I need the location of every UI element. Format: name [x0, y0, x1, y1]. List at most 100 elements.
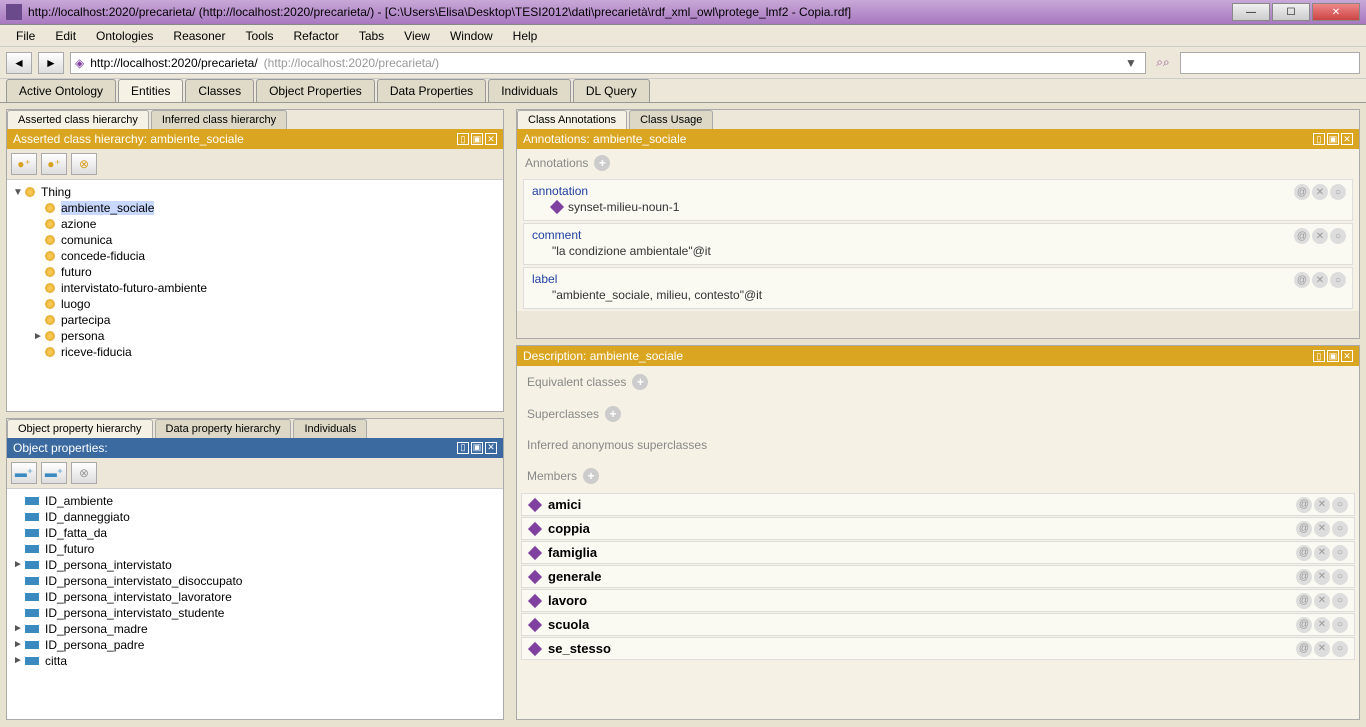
panel-close-icon[interactable]: ✕: [485, 442, 497, 454]
member-item[interactable]: generale@✕○: [521, 565, 1355, 588]
member-item[interactable]: famiglia@✕○: [521, 541, 1355, 564]
object-property-item[interactable]: ID_persona_intervistato_lavoratore: [11, 589, 499, 605]
class-tree-root[interactable]: ▼Thing: [11, 184, 499, 200]
member-delete-icon[interactable]: ✕: [1314, 617, 1330, 633]
back-button[interactable]: ◄: [6, 52, 32, 74]
menu-window[interactable]: Window: [440, 26, 503, 46]
panel-view-icon[interactable]: ▯: [457, 133, 469, 145]
panel-tab-individuals[interactable]: Individuals: [293, 419, 367, 438]
minimize-button[interactable]: —: [1232, 3, 1270, 21]
anno-ring-icon[interactable]: ○: [1330, 272, 1346, 288]
class-tree-item[interactable]: concede-fiducia: [11, 248, 499, 264]
anno-delete-icon[interactable]: ✕: [1312, 184, 1328, 200]
object-property-item[interactable]: ►ID_persona_intervistato: [11, 557, 499, 573]
add-annotation-button[interactable]: +: [594, 155, 610, 171]
member-ring-icon[interactable]: ○: [1332, 569, 1348, 585]
member-item[interactable]: coppia@✕○: [521, 517, 1355, 540]
class-tree-item[interactable]: luogo: [11, 296, 499, 312]
panel-pin-icon[interactable]: ▣: [1327, 350, 1339, 362]
member-delete-icon[interactable]: ✕: [1314, 569, 1330, 585]
delete-property-button[interactable]: ⊗: [71, 462, 97, 484]
member-delete-icon[interactable]: ✕: [1314, 497, 1330, 513]
panel-close-icon[interactable]: ✕: [1341, 350, 1353, 362]
menu-refactor[interactable]: Refactor: [283, 26, 348, 46]
delete-class-button[interactable]: ⊗: [71, 153, 97, 175]
tab-dl-query[interactable]: DL Query: [573, 79, 650, 102]
iri-dropdown-icon[interactable]: ▼: [1125, 56, 1141, 70]
tab-classes[interactable]: Classes: [185, 79, 254, 102]
member-at-icon[interactable]: @: [1296, 593, 1312, 609]
panel-tab-object-property-hierarchy[interactable]: Object property hierarchy: [7, 419, 153, 438]
member-delete-icon[interactable]: ✕: [1314, 641, 1330, 657]
class-tree-item[interactable]: comunica: [11, 232, 499, 248]
class-tree-item[interactable]: riceve-fiducia: [11, 344, 499, 360]
annotation-item[interactable]: comment"la condizione ambientale"@it@✕○: [523, 223, 1353, 265]
member-ring-icon[interactable]: ○: [1332, 545, 1348, 561]
anno-delete-icon[interactable]: ✕: [1312, 272, 1328, 288]
anno-at-icon[interactable]: @: [1294, 272, 1310, 288]
menu-help[interactable]: Help: [503, 26, 548, 46]
anno-ring-icon[interactable]: ○: [1330, 228, 1346, 244]
panel-pin-icon[interactable]: ▣: [1327, 133, 1339, 145]
member-ring-icon[interactable]: ○: [1332, 641, 1348, 657]
add-equivalent-classes-button[interactable]: +: [632, 374, 648, 390]
tab-individuals[interactable]: Individuals: [488, 79, 571, 102]
object-property-item[interactable]: ID_persona_intervistato_studente: [11, 605, 499, 621]
member-at-icon[interactable]: @: [1296, 569, 1312, 585]
menu-tools[interactable]: Tools: [235, 26, 283, 46]
class-tree[interactable]: ▼Thingambiente_socialeazionecomunicaconc…: [7, 180, 503, 411]
object-property-item[interactable]: ID_danneggiato: [11, 509, 499, 525]
member-item[interactable]: se_stesso@✕○: [521, 637, 1355, 660]
panel-close-icon[interactable]: ✕: [1341, 133, 1353, 145]
annotation-item[interactable]: label"ambiente_sociale, milieu, contesto…: [523, 267, 1353, 309]
add-sibling-property-button[interactable]: ▬⁺: [41, 462, 67, 484]
member-at-icon[interactable]: @: [1296, 545, 1312, 561]
panel-pin-icon[interactable]: ▣: [471, 133, 483, 145]
annotation-item[interactable]: annotationsynset-milieu-noun-1@✕○: [523, 179, 1353, 221]
member-at-icon[interactable]: @: [1296, 497, 1312, 513]
add-superclasses-button[interactable]: +: [605, 406, 621, 422]
member-ring-icon[interactable]: ○: [1332, 617, 1348, 633]
forward-button[interactable]: ►: [38, 52, 64, 74]
ontology-iri-bar[interactable]: ◈ http://localhost:2020/precarieta/ (htt…: [70, 52, 1146, 74]
menu-ontologies[interactable]: Ontologies: [86, 26, 163, 46]
class-tree-item[interactable]: intervistato-futuro-ambiente: [11, 280, 499, 296]
panel-view-icon[interactable]: ▯: [1313, 350, 1325, 362]
class-tree-item[interactable]: partecipa: [11, 312, 499, 328]
panel-tab-inferred-class-hierarchy[interactable]: Inferred class hierarchy: [151, 110, 287, 129]
member-at-icon[interactable]: @: [1296, 521, 1312, 537]
object-property-item[interactable]: ID_persona_intervistato_disoccupato: [11, 573, 499, 589]
member-ring-icon[interactable]: ○: [1332, 521, 1348, 537]
anno-ring-icon[interactable]: ○: [1330, 184, 1346, 200]
class-tree-item[interactable]: azione: [11, 216, 499, 232]
object-property-item[interactable]: ID_fatta_da: [11, 525, 499, 541]
menu-file[interactable]: File: [6, 26, 45, 46]
member-item[interactable]: scuola@✕○: [521, 613, 1355, 636]
menu-tabs[interactable]: Tabs: [349, 26, 394, 46]
anno-delete-icon[interactable]: ✕: [1312, 228, 1328, 244]
panel-tab-data-property-hierarchy[interactable]: Data property hierarchy: [155, 419, 292, 438]
panel-tab-class-usage[interactable]: Class Usage: [629, 110, 713, 129]
add-members-button[interactable]: +: [583, 468, 599, 484]
add-subproperty-button[interactable]: ▬⁺: [11, 462, 37, 484]
member-delete-icon[interactable]: ✕: [1314, 545, 1330, 561]
tab-active-ontology[interactable]: Active Ontology: [6, 79, 116, 102]
member-item[interactable]: amici@✕○: [521, 493, 1355, 516]
panel-tab-class-annotations[interactable]: Class Annotations: [517, 110, 627, 129]
search-input[interactable]: [1180, 52, 1360, 74]
panel-close-icon[interactable]: ✕: [485, 133, 497, 145]
tab-data-properties[interactable]: Data Properties: [377, 79, 486, 102]
member-delete-icon[interactable]: ✕: [1314, 521, 1330, 537]
member-at-icon[interactable]: @: [1296, 617, 1312, 633]
object-property-item[interactable]: ►citta: [11, 653, 499, 669]
panel-view-icon[interactable]: ▯: [457, 442, 469, 454]
tab-entities[interactable]: Entities: [118, 79, 183, 102]
class-tree-item[interactable]: ►persona: [11, 328, 499, 344]
anno-at-icon[interactable]: @: [1294, 184, 1310, 200]
maximize-button[interactable]: ☐: [1272, 3, 1310, 21]
member-delete-icon[interactable]: ✕: [1314, 593, 1330, 609]
tab-object-properties[interactable]: Object Properties: [256, 79, 375, 102]
panel-view-icon[interactable]: ▯: [1313, 133, 1325, 145]
class-tree-item[interactable]: ambiente_sociale: [11, 200, 499, 216]
object-property-item[interactable]: ►ID_persona_padre: [11, 637, 499, 653]
